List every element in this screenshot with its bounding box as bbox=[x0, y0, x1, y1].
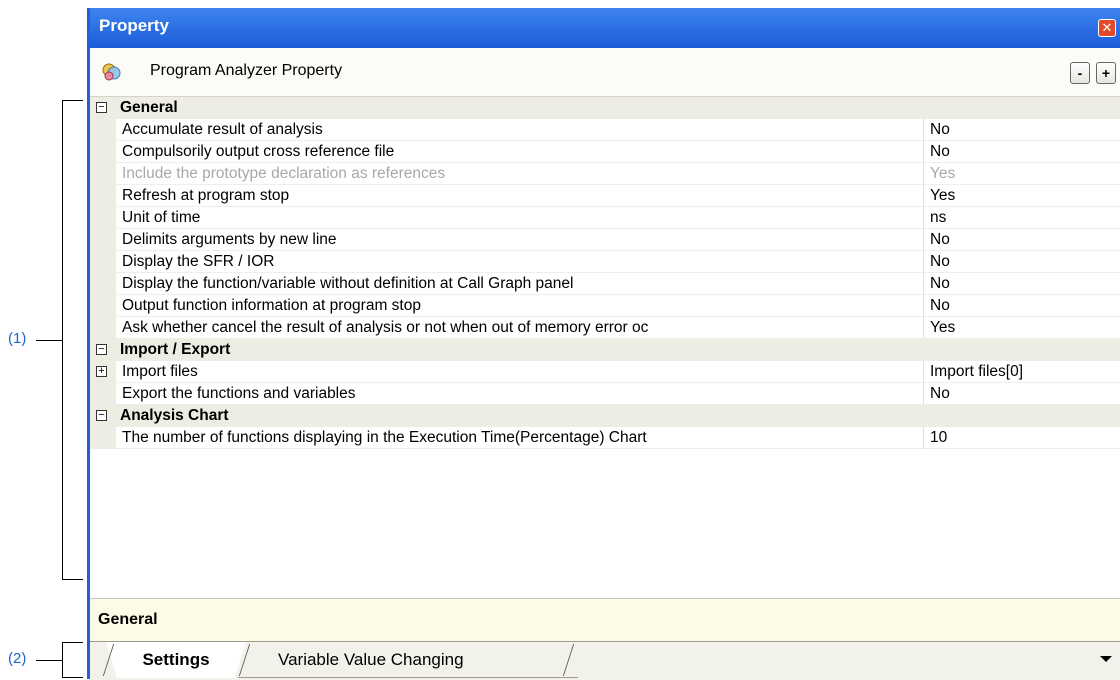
property-name: Ask whether cancel the result of analysi… bbox=[116, 317, 923, 339]
property-value[interactable]: No bbox=[923, 273, 1120, 295]
collapse-icon[interactable]: − bbox=[96, 410, 107, 421]
property-value: Yes bbox=[923, 163, 1120, 185]
category-label: General bbox=[120, 99, 178, 116]
category-analysis-chart[interactable]: − Analysis Chart bbox=[90, 405, 1120, 427]
property-value[interactable]: Yes bbox=[923, 185, 1120, 207]
property-name: Display the SFR / IOR bbox=[116, 251, 923, 273]
category-import-export[interactable]: − Import / Export bbox=[90, 339, 1120, 361]
property-value[interactable]: 10 bbox=[923, 427, 1120, 449]
expand-icon[interactable]: + bbox=[96, 366, 107, 377]
property-name: Output function information at program s… bbox=[116, 295, 923, 317]
collapse-icon[interactable]: − bbox=[96, 102, 107, 113]
property-name: Delimits arguments by new line bbox=[116, 229, 923, 251]
property-name: Display the function/variable without de… bbox=[116, 273, 923, 295]
title-bar[interactable]: Property ✕ bbox=[90, 8, 1120, 48]
property-value[interactable]: Yes bbox=[923, 317, 1120, 339]
property-panel: Property ✕ Program Analyzer Property - +… bbox=[87, 8, 1120, 680]
annotation-tick-1 bbox=[36, 340, 62, 341]
annotation-bracket-1 bbox=[62, 100, 83, 580]
property-name: Include the prototype declaration as ref… bbox=[116, 163, 923, 185]
property-name: Accumulate result of analysis bbox=[116, 119, 923, 141]
property-row[interactable]: Export the functions and variables No bbox=[90, 383, 1120, 405]
collapse-all-button[interactable]: - bbox=[1070, 62, 1090, 84]
annotation-bracket-2 bbox=[62, 642, 83, 678]
property-grid: − General Accumulate result of analysis N… bbox=[90, 97, 1120, 592]
property-name: Refresh at program stop bbox=[116, 185, 923, 207]
category-label: Analysis Chart bbox=[120, 407, 229, 424]
property-target-title: Program Analyzer Property bbox=[150, 62, 343, 79]
close-button[interactable]: ✕ bbox=[1098, 19, 1116, 37]
property-name: The number of functions displaying in th… bbox=[116, 427, 923, 449]
property-value[interactable]: ns bbox=[923, 207, 1120, 229]
property-row[interactable]: Delimits arguments by new line No bbox=[90, 229, 1120, 251]
property-value[interactable]: No bbox=[923, 229, 1120, 251]
property-value[interactable]: No bbox=[923, 383, 1120, 405]
toolbar: Program Analyzer Property - + bbox=[90, 48, 1120, 97]
property-row-disabled: Include the prototype declaration as ref… bbox=[90, 163, 1120, 185]
annotation-tick-2 bbox=[36, 660, 62, 661]
property-name: Compulsorily output cross reference file bbox=[116, 141, 923, 163]
property-name: Export the functions and variables bbox=[116, 383, 923, 405]
property-value[interactable]: No bbox=[923, 251, 1120, 273]
window-title: Property bbox=[99, 16, 169, 35]
property-row[interactable]: Unit of time ns bbox=[90, 207, 1120, 229]
tab-variable-value-changing[interactable]: Variable Value Changing bbox=[238, 642, 578, 678]
property-row[interactable]: + Import files Import files[0] bbox=[90, 361, 1120, 383]
property-name: Unit of time bbox=[116, 207, 923, 229]
category-label: Import / Export bbox=[120, 341, 231, 358]
tab-list-dropdown-icon[interactable] bbox=[1100, 656, 1112, 662]
property-row[interactable]: Display the SFR / IOR No bbox=[90, 251, 1120, 273]
category-general[interactable]: − General bbox=[90, 97, 1120, 119]
collapse-icon[interactable]: − bbox=[96, 344, 107, 355]
property-row[interactable]: Ask whether cancel the result of analysi… bbox=[90, 317, 1120, 339]
property-name: Import files bbox=[116, 361, 923, 383]
annotation-label-2: (2) bbox=[8, 650, 27, 667]
property-row[interactable]: The number of functions displaying in th… bbox=[90, 427, 1120, 449]
property-row[interactable]: Output function information at program s… bbox=[90, 295, 1120, 317]
description-title: General bbox=[98, 611, 158, 628]
description-area: General bbox=[90, 598, 1120, 642]
property-row[interactable]: Display the function/variable without de… bbox=[90, 273, 1120, 295]
property-value[interactable]: Import files[0] bbox=[923, 361, 1120, 383]
property-row[interactable]: Refresh at program stop Yes bbox=[90, 185, 1120, 207]
annotation-label-1: (1) bbox=[8, 330, 27, 347]
property-value[interactable]: No bbox=[923, 141, 1120, 163]
tab-settings[interactable]: Settings bbox=[106, 642, 246, 678]
tab-bar: Variable Value Changing Settings bbox=[90, 641, 1120, 680]
property-row[interactable]: Compulsorily output cross reference file… bbox=[90, 141, 1120, 163]
expand-all-button[interactable]: + bbox=[1096, 62, 1116, 84]
program-analyzer-icon bbox=[102, 63, 121, 81]
property-value[interactable]: No bbox=[923, 119, 1120, 141]
property-row[interactable]: Accumulate result of analysis No bbox=[90, 119, 1120, 141]
property-value[interactable]: No bbox=[923, 295, 1120, 317]
close-icon: ✕ bbox=[1101, 20, 1113, 35]
